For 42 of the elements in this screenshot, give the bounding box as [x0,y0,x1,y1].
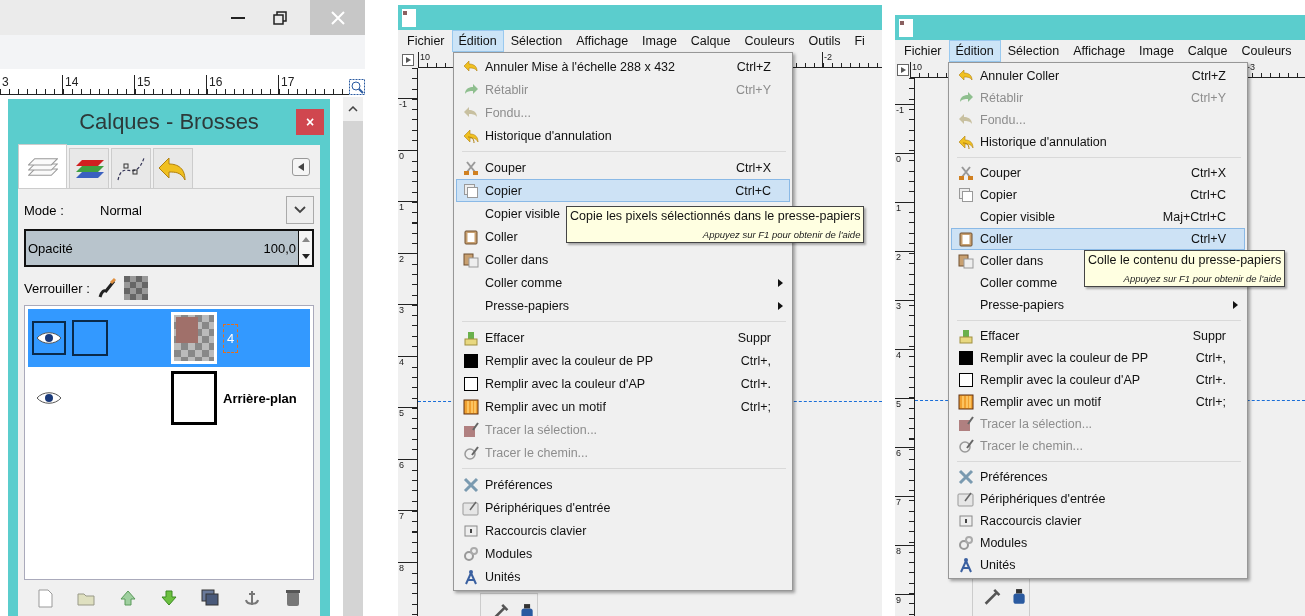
layer-name: 4 [223,323,239,353]
lock-label: Verrouiller : [24,280,90,296]
ruler-label: -2 [824,52,832,62]
layer-name: Arrière-plan [223,390,297,406]
ruler-label: -3 [1247,62,1255,72]
ruler-label: 5 [896,399,901,409]
ruler-label: 0 [399,150,404,161]
ruler-label: 2 [399,253,404,264]
ruler-label: 1 [399,202,404,212]
ruler-label: 2 [896,252,901,262]
ruler-label: 7 [896,497,901,507]
ruler-label: -1 [399,99,407,109]
ruler-label: 10 [912,62,922,72]
ruler-label: 4 [896,350,901,360]
ruler-label: 7 [399,511,404,521]
opacity-value: 100,0 [263,240,296,256]
ruler-label: 8 [399,562,404,573]
ruler-label: 6 [896,448,901,458]
tooltip-hint: Appuyez sur F1 pour obtenir de l'aide [1123,273,1282,284]
mode-value: Normal [100,202,143,218]
ruler-label: 14 [65,75,79,89]
tooltip-text: Copie les pixels sélectionnés dans le presse-papiers [570,209,861,223]
ruler-label: 3 [2,75,9,89]
ruler-label: 10 [420,52,430,62]
ruler-label: -1 [896,105,904,115]
ruler-label: 3 [896,301,901,311]
ruler-label: 4 [399,356,404,367]
ruler-label: 9 [896,595,901,605]
ruler-label: 1 [896,203,901,213]
ruler-label: 0 [896,154,901,164]
ruler-label: 6 [399,459,404,470]
ruler-label: 8 [896,546,901,556]
opacity-label: Opacité [28,240,73,256]
ruler-label: 15 [137,75,151,89]
ruler-label: 3 [399,305,404,315]
tooltip-hint: Appuyez sur F1 pour obtenir de l'aide [702,229,861,240]
ruler-label: 16 [209,75,223,89]
ruler-label: 5 [399,408,404,418]
dock-title: Calques - Brosses [79,109,259,135]
mode-label: Mode : [24,202,65,218]
ruler-label: 17 [281,75,295,89]
tooltip-text: Colle le contenu du presse-papiers [1088,253,1282,267]
